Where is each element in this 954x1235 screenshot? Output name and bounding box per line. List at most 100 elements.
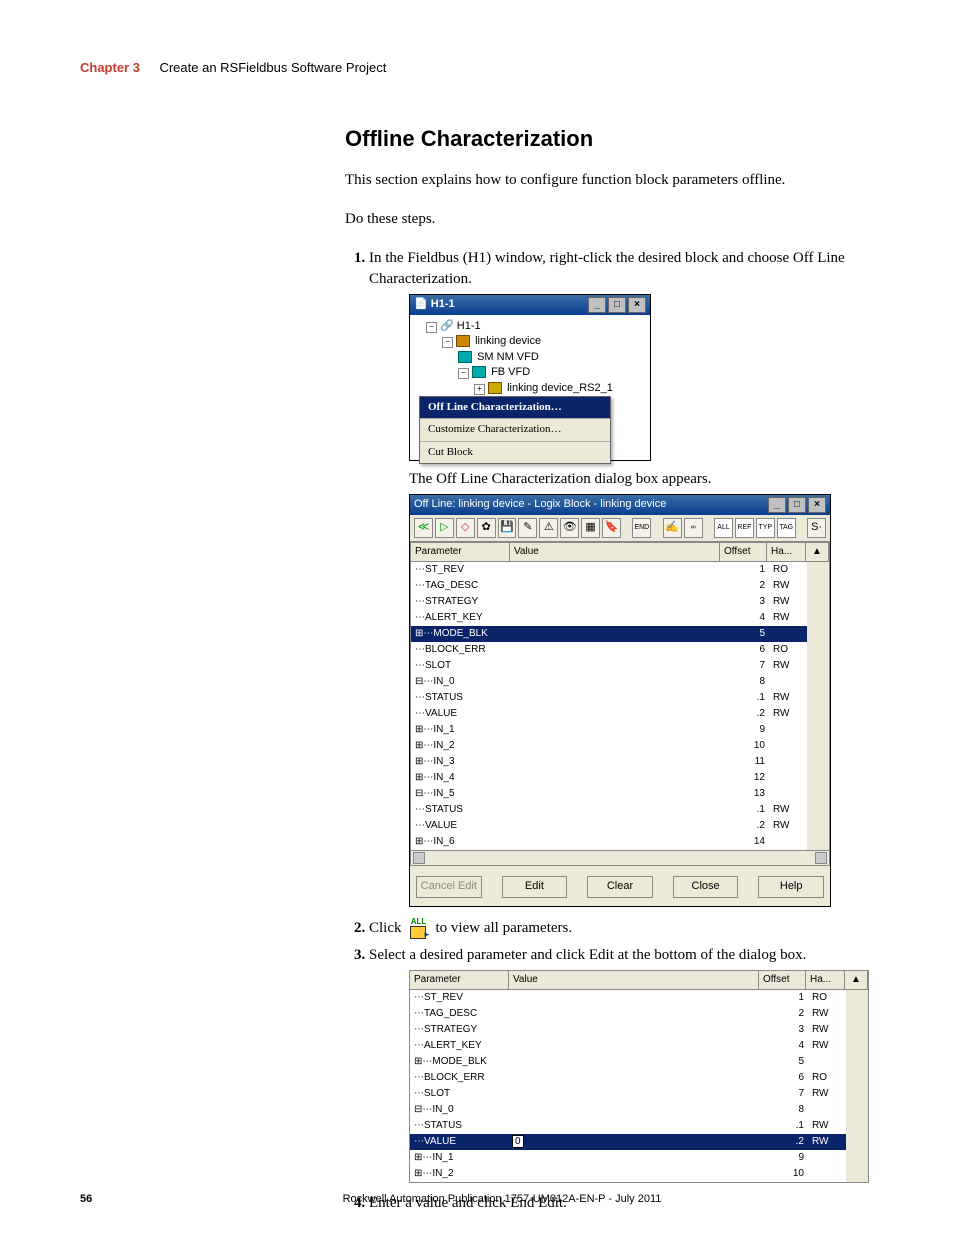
- filter-type-icon[interactable]: TYP: [756, 518, 775, 538]
- auto-icon[interactable]: ∞: [684, 518, 703, 538]
- tool-icon[interactable]: ✿: [477, 518, 496, 538]
- close-button[interactable]: Close: [673, 876, 739, 898]
- warning-icon[interactable]: ⚠: [539, 518, 558, 538]
- filter-all-icon[interactable]: ALL: [714, 518, 733, 538]
- toolbar: ≪ ▷ ◇ ✿ 💾 ✎ ⚠ 👁 ▦ 🔖 END: [410, 515, 830, 542]
- clear-button[interactable]: Clear: [587, 876, 653, 898]
- publication-info: Rockwell Automation Publication 1757-UM0…: [130, 1193, 874, 1205]
- minimize-button[interactable]: _: [768, 497, 786, 513]
- table-row[interactable]: ⊞⋯IN_412: [411, 770, 829, 786]
- do-steps-text: Do these steps.: [345, 209, 874, 230]
- caption-1: The Off Line Characterization dialog box…: [409, 469, 874, 490]
- table-row[interactable]: ⋯BLOCK_ERR6RO: [411, 642, 829, 658]
- help-button[interactable]: Help: [758, 876, 824, 898]
- settings-icon[interactable]: S·: [807, 518, 826, 538]
- table-row[interactable]: ⋯STRATEGY3RW: [410, 1022, 868, 1038]
- end-icon[interactable]: END: [632, 518, 651, 538]
- table-row[interactable]: ⋯VALUE.2RW: [411, 818, 829, 834]
- col-value[interactable]: Value: [510, 543, 720, 561]
- table-row[interactable]: ⋯ALERT_KEY4RW: [410, 1038, 868, 1054]
- table-row[interactable]: ⋯STATUS.1RW: [410, 1118, 868, 1134]
- grid-icon[interactable]: ▦: [581, 518, 600, 538]
- table-row[interactable]: ⋯SLOT7RW: [410, 1086, 868, 1102]
- step-1: In the Fieldbus (H1) window, right-click…: [369, 248, 874, 907]
- tree-node[interactable]: SM NM VFD: [414, 350, 646, 365]
- col-parameter[interactable]: Parameter: [410, 971, 509, 989]
- minimize-button[interactable]: _: [588, 297, 606, 313]
- col-ha[interactable]: Ha...: [767, 543, 806, 561]
- table-row[interactable]: ⊟⋯IN_08: [411, 674, 829, 690]
- table-row[interactable]: ⊞⋯MODE_BLK5: [410, 1054, 868, 1070]
- nav-next-icon[interactable]: ▷: [435, 518, 454, 538]
- chapter-title: Create an RSFieldbus Software Project: [159, 60, 386, 75]
- offline-char-dialog: Off Line: linking device - Logix Block -…: [409, 494, 831, 907]
- col-ha[interactable]: Ha...: [806, 971, 845, 989]
- table-row[interactable]: ⊞⋯IN_19: [410, 1150, 868, 1166]
- nav-stop-icon[interactable]: ◇: [456, 518, 475, 538]
- col-parameter[interactable]: Parameter: [411, 543, 510, 561]
- tree-node[interactable]: − linking device: [414, 334, 646, 349]
- table-row[interactable]: ⋯STATUS.1RW: [411, 690, 829, 706]
- close-button[interactable]: ×: [628, 297, 646, 313]
- table-row[interactable]: ⋯ST_REV1RO: [410, 990, 868, 1006]
- step-3: Select a desired parameter and click Edi…: [369, 945, 874, 1183]
- default-icon[interactable]: ✍: [663, 518, 682, 538]
- table-row[interactable]: ⋯TAG_DESC2RW: [411, 578, 829, 594]
- window-icon: 📄: [414, 297, 428, 312]
- scroll-up-icon[interactable]: ▲: [845, 971, 868, 989]
- chapter-number: Chapter 3: [80, 60, 140, 75]
- step2-post: to view all parameters.: [436, 918, 573, 939]
- table-row[interactable]: ⊞⋯MODE_BLK5: [411, 626, 829, 642]
- menu-offline-characterization[interactable]: Off Line Characterization…: [420, 397, 610, 419]
- col-offset[interactable]: Offset: [720, 543, 767, 561]
- maximize-button[interactable]: □: [608, 297, 626, 313]
- dialog-title: Off Line: linking device - Logix Block -…: [414, 497, 666, 512]
- cancel-edit-button[interactable]: Cancel Edit: [416, 876, 482, 898]
- section-heading: Offline Characterization: [345, 126, 874, 152]
- maximize-button[interactable]: □: [788, 497, 806, 513]
- brush-icon[interactable]: ✎: [518, 518, 537, 538]
- table-row[interactable]: ⊟⋯IN_08: [410, 1102, 868, 1118]
- menu-cut-block[interactable]: Cut Block: [420, 442, 610, 463]
- filter-ref-icon[interactable]: REF: [735, 518, 754, 538]
- eye-icon[interactable]: 👁: [560, 518, 579, 538]
- close-button[interactable]: ×: [808, 497, 826, 513]
- nav-first-icon[interactable]: ≪: [414, 518, 433, 538]
- scroll-left-icon[interactable]: [413, 852, 425, 864]
- filter-tag-icon[interactable]: TAG: [777, 518, 796, 538]
- col-offset[interactable]: Offset: [759, 971, 806, 989]
- intro-text: This section explains how to configure f…: [345, 170, 874, 191]
- col-value[interactable]: Value: [509, 971, 759, 989]
- value-input[interactable]: 0: [512, 1135, 524, 1148]
- table-row[interactable]: ⊞⋯IN_210: [410, 1166, 868, 1182]
- scroll-right-icon[interactable]: [815, 852, 827, 864]
- tree-node[interactable]: + linking device_RS2_1: [414, 381, 646, 396]
- context-menu: Off Line Characterization… Customize Cha…: [419, 396, 611, 464]
- table-row[interactable]: ⋯STRATEGY3RW: [411, 594, 829, 610]
- table-row[interactable]: ⋯BLOCK_ERR6RO: [410, 1070, 868, 1086]
- table-row[interactable]: ⊞⋯IN_210: [411, 738, 829, 754]
- table-row[interactable]: ⋯TAG_DESC2RW: [410, 1006, 868, 1022]
- scroll-up-icon[interactable]: ▲: [806, 543, 829, 561]
- all-parameters-icon[interactable]: ALL ▸: [406, 917, 432, 939]
- table-row[interactable]: ⊟⋯IN_513: [411, 786, 829, 802]
- table-row[interactable]: ⊞⋯IN_614: [411, 834, 829, 850]
- parameter-edit-grid: Parameter Value Offset Ha... ▲ ⋯ST_REV1R…: [409, 970, 869, 1183]
- table-row[interactable]: ⋯SLOT7RW: [411, 658, 829, 674]
- table-row[interactable]: ⋯ST_REV1RO: [411, 562, 829, 578]
- tree-root[interactable]: −🔗 H1-1: [414, 319, 646, 334]
- table-row[interactable]: ⋯VALUE.2RW: [411, 706, 829, 722]
- page-number: 56: [80, 1193, 130, 1205]
- save-icon[interactable]: 💾: [498, 518, 517, 538]
- window-title: H1-1: [431, 297, 455, 312]
- tag-icon[interactable]: 🔖: [602, 518, 621, 538]
- table-row[interactable]: ⊞⋯IN_311: [411, 754, 829, 770]
- table-row[interactable]: ⊞⋯IN_19: [411, 722, 829, 738]
- table-row[interactable]: ⋯STATUS.1RW: [411, 802, 829, 818]
- step2-pre: Click: [369, 918, 402, 939]
- tree-node[interactable]: − FB VFD: [414, 365, 646, 380]
- table-row[interactable]: ⋯ALERT_KEY4RW: [411, 610, 829, 626]
- edit-button[interactable]: Edit: [502, 876, 568, 898]
- menu-customize-characterization[interactable]: Customize Characterization…: [420, 419, 610, 441]
- table-row[interactable]: ⋯VALUE0.2RW: [410, 1134, 868, 1150]
